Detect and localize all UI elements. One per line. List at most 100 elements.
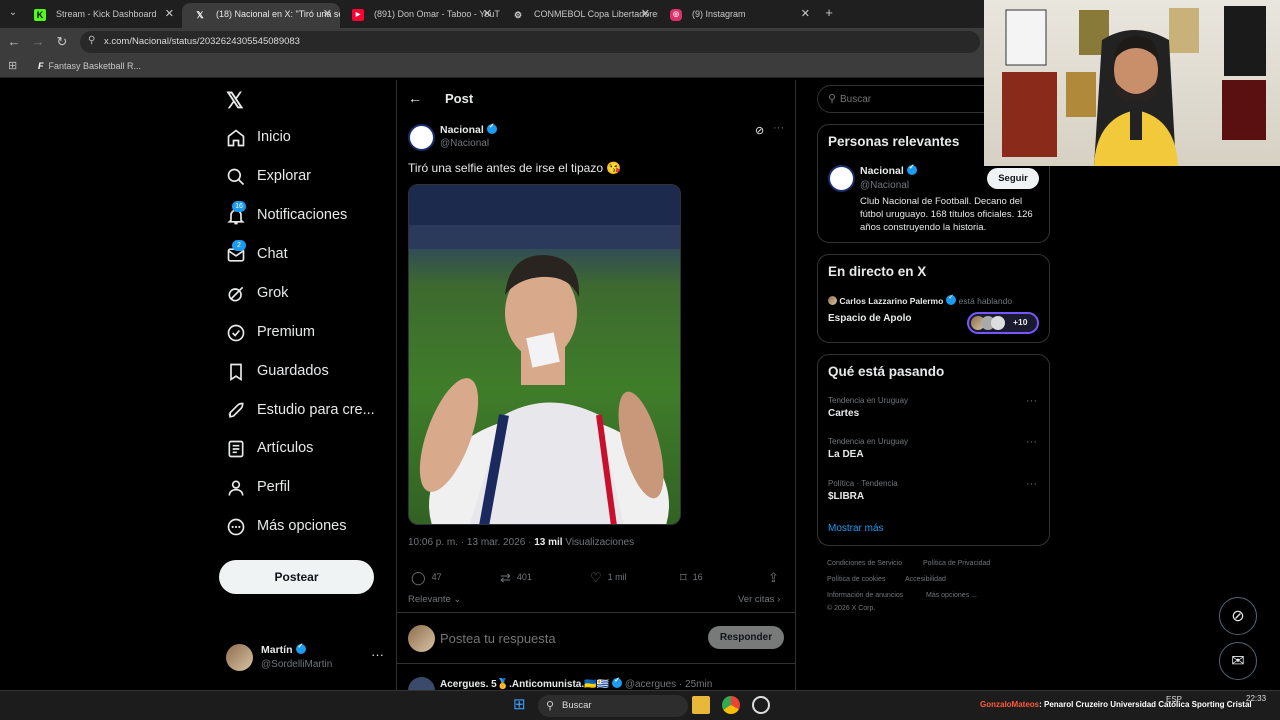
live-listeners[interactable]: +10 <box>967 312 1039 334</box>
post-handle[interactable]: @Nacional <box>440 138 489 149</box>
apps-grid-icon[interactable]: ⊞ <box>8 59 17 72</box>
nav-item-perfil[interactable]: Perfil <box>226 474 396 504</box>
chat-badge: 2 <box>232 240 246 251</box>
avatar <box>828 296 837 305</box>
bookmark-fantasy[interactable]: F Fantasy Basketball R... <box>38 61 141 71</box>
nav-label: Perfil <box>257 479 291 495</box>
grok-fab-icon[interactable]: ⊘ <box>1219 597 1257 635</box>
trend-context: Política · Tendencia <box>828 479 898 488</box>
nav-label: Explorar <box>257 168 311 184</box>
nacional-avatar[interactable] <box>828 165 855 192</box>
post-button[interactable]: Postear <box>219 560 374 594</box>
nav-item-mas-opciones[interactable]: Más opciones <box>226 513 396 543</box>
like-action[interactable]: ♡ 1 mil <box>590 570 627 586</box>
reload-icon[interactable]: ↻ <box>53 33 71 51</box>
clock[interactable]: 22:33 <box>1246 694 1266 703</box>
bookmark-action[interactable]: ⌑ 16 <box>680 570 703 586</box>
more-icon[interactable]: ··· <box>773 122 784 134</box>
copyright: © 2026 X Corp. <box>827 605 876 612</box>
show-more-link[interactable]: Mostrar más <box>828 523 884 534</box>
nav-item-inicio[interactable]: Inicio <box>226 124 396 154</box>
search-icon <box>227 168 245 186</box>
bookmark-icon: ⌑ <box>680 570 687 585</box>
webcam-overlay <box>984 0 1280 166</box>
footer-link[interactable]: Accesibilidad <box>905 576 946 583</box>
nav-label: Inicio <box>257 129 291 145</box>
browser-tab-instagram[interactable]: ◎ (9) Instagram ✕ <box>658 3 818 28</box>
x-logo-icon[interactable]: 𝕏 <box>226 88 244 114</box>
post-author-row[interactable]: Nacional <box>440 122 497 136</box>
live-space-name[interactable]: Espacio de Apolo <box>828 313 912 324</box>
obs-icon[interactable] <box>752 696 770 714</box>
reply-author-row[interactable]: Acergues. 5🥇.Anticomunista.🇺🇦🇺🇾 @acergue… <box>440 676 712 690</box>
footer-link[interactable]: Condiciones de Servicio <box>827 560 902 567</box>
follow-button[interactable]: Seguir <box>987 168 1039 189</box>
more-icon[interactable]: ··· <box>1026 478 1037 490</box>
browser-tab-kick[interactable]: K Stream - Kick Dashboard ✕ <box>22 3 182 28</box>
repost-action[interactable]: ⇄ 401 <box>500 570 532 586</box>
live-card: En directo en X Carlos Lazzarino Palermo… <box>817 254 1050 343</box>
sort-dropdown[interactable]: Relevante ⌄ <box>408 594 461 605</box>
back-arrow-icon[interactable]: ← <box>408 90 422 106</box>
search-box[interactable]: ⚲ <box>817 85 997 113</box>
youtube-icon: ▶ <box>352 9 364 21</box>
browser-tab-youtube[interactable]: ▶ (891) Don Omar - Taboo - YouT ✕ <box>340 3 500 28</box>
live-host-row[interactable]: Carlos Lazzarino Palermo está hablando <box>828 293 1012 306</box>
more-icon[interactable]: ··· <box>1026 436 1037 448</box>
quotes-link[interactable]: Ver citas › <box>738 594 780 605</box>
nav-item-articulos[interactable]: Artículos <box>226 435 396 465</box>
tab-search-icon[interactable]: ⌄ <box>4 4 22 22</box>
browser-tab-x[interactable]: 𝕏 (18) Nacional en X: "Tiró una se ✕ <box>182 3 340 28</box>
close-icon[interactable]: ✕ <box>483 3 492 25</box>
folder-icon[interactable] <box>692 696 710 714</box>
share-action[interactable]: ⇪ <box>768 570 785 586</box>
close-icon[interactable]: ✕ <box>641 3 650 25</box>
relevant-handle[interactable]: @Nacional <box>860 180 909 191</box>
more-icon[interactable]: ··· <box>371 647 384 662</box>
search-icon: ⚲ <box>546 700 555 712</box>
nav-item-chat[interactable]: 2 Chat <box>226 240 396 271</box>
footer-link[interactable]: Información de anuncios <box>827 592 903 599</box>
site-info-icon[interactable]: ⚲ <box>88 35 95 46</box>
taskbar-search[interactable]: ⚲ Buscar <box>538 695 688 717</box>
nav-item-guardados[interactable]: Guardados <box>226 358 396 388</box>
trends-card: Qué está pasando Tendencia en Uruguay Ca… <box>817 354 1050 546</box>
windows-taskbar: ⊞ ⚲ Buscar GonzaloMateos: Penarol Cruzei… <box>0 690 1280 720</box>
post-photo[interactable] <box>408 184 681 525</box>
nav-item-explorar[interactable]: Explorar <box>226 163 396 193</box>
new-tab-icon[interactable]: + <box>820 4 838 22</box>
language-indicator[interactable]: ESP <box>1166 695 1182 704</box>
footer-link[interactable]: Política de cookies <box>827 576 885 583</box>
close-icon[interactable]: ✕ <box>165 3 174 25</box>
taskbar-search-label: Buscar <box>562 700 592 711</box>
close-icon[interactable]: ✕ <box>323 3 332 25</box>
messages-fab-icon[interactable]: ✉ <box>1219 642 1257 680</box>
relevant-name-row[interactable]: Nacional <box>860 163 917 177</box>
post-time: 10:06 p. m. · 13 mar. 2026 · <box>408 537 535 548</box>
nav-item-notificaciones[interactable]: 16 Notificaciones <box>226 201 396 232</box>
chrome-icon[interactable] <box>722 696 740 714</box>
post-author: Nacional <box>440 124 484 136</box>
nav-item-grok[interactable]: Grok <box>226 280 396 310</box>
url-input[interactable]: ⚲ x.com/Nacional/status/2032624305545089… <box>80 31 980 53</box>
footer-link[interactable]: Política de Privacidad <box>923 560 990 567</box>
reply-action[interactable]: ◯ 47 <box>411 570 442 586</box>
nav-label: Notificaciones <box>257 207 348 223</box>
more-icon[interactable]: ··· <box>1026 395 1037 407</box>
footer-link[interactable]: Más opciones ... <box>926 592 977 599</box>
browser-tab-conmebol[interactable]: ⚙ CONMEBOL Copa Libertadores ✕ <box>500 3 658 28</box>
windows-start-icon[interactable]: ⊞ <box>513 697 529 713</box>
nav-item-estudio[interactable]: Estudio para cre... <box>226 397 396 427</box>
streamer-webcam-illustration <box>1002 6 1266 166</box>
reply-input[interactable] <box>440 627 690 649</box>
back-icon[interactable]: ← <box>5 33 23 51</box>
search-input[interactable] <box>840 91 990 107</box>
player-selfie-illustration <box>409 185 680 524</box>
reply-button[interactable]: Responder <box>708 626 784 649</box>
account-switcher[interactable]: Martín @SordelliMartin ··· <box>226 642 386 676</box>
nav-item-premium[interactable]: Premium <box>226 319 396 349</box>
close-icon[interactable]: ✕ <box>801 3 810 25</box>
nacional-avatar[interactable] <box>408 124 435 151</box>
forward-icon[interactable]: → <box>29 33 47 51</box>
grok-icon[interactable]: ⊘ <box>755 124 764 137</box>
